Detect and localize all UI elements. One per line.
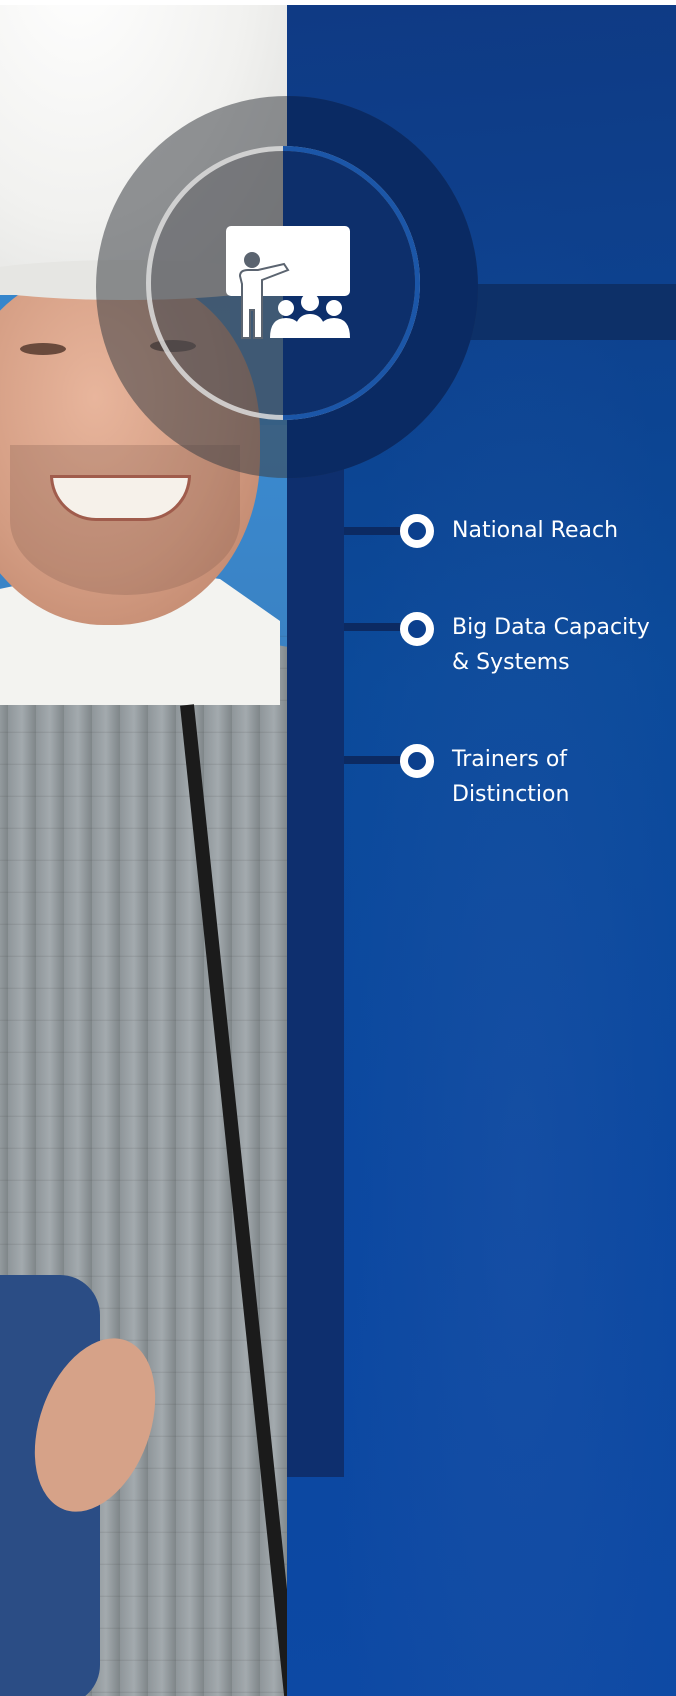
- list-item-trainers: Trainers of Distinction: [344, 744, 676, 824]
- photo-eye-left: [20, 343, 66, 355]
- ring-bullet-icon: [400, 744, 434, 778]
- connector-line: [344, 623, 400, 631]
- list-item-big-data: Big Data Capacity & Systems: [344, 612, 676, 692]
- ring-bullet-icon: [400, 612, 434, 646]
- list-item-label: Trainers of Distinction: [452, 747, 570, 807]
- list-item-label: National Reach: [452, 518, 619, 543]
- list-item-national-reach: National Reach: [344, 514, 676, 554]
- list-item-label: Big Data Capacity & Systems: [452, 615, 650, 675]
- timeline-vertical-bar: [287, 430, 344, 1477]
- ring-bullet-icon: [400, 514, 434, 548]
- connector-line: [344, 756, 400, 764]
- presentation-icon: [226, 226, 350, 339]
- connector-line: [344, 527, 400, 535]
